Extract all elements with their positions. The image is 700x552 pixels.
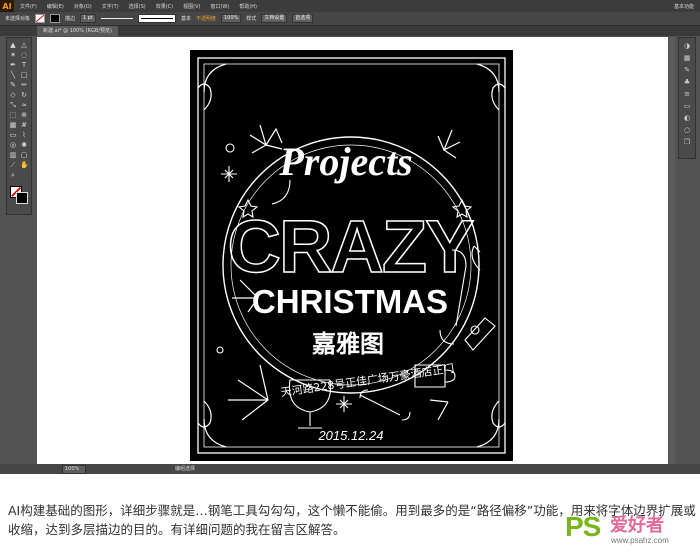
eyedropper-tool-icon[interactable]: ⌇ — [20, 131, 28, 139]
pencil-tool-icon[interactable]: ✏ — [20, 81, 28, 89]
poster-illustration: Projects CRAZY CHRISTMAS 嘉雅图 天河路228号正佳广场… — [197, 57, 506, 454]
pen-tool-icon[interactable]: ✒ — [9, 61, 17, 69]
opacity-label[interactable]: 不透明度 — [196, 15, 216, 22]
style-label: 样式 — [246, 16, 257, 22]
eraser-tool-icon[interactable]: ◇ — [9, 91, 17, 99]
lasso-tool-icon[interactable]: ◌ — [20, 51, 28, 59]
stroke-panel-icon[interactable]: ≡ — [683, 90, 691, 98]
fill-swatch[interactable] — [35, 14, 46, 23]
document-tab[interactable]: 新建.ai* @ 100% (RGB/预览) — [37, 26, 118, 36]
menu-edit[interactable]: 编辑(E) — [47, 3, 64, 10]
width-tool-icon[interactable]: ≈ — [20, 101, 28, 109]
scale-tool-icon[interactable]: ⤡ — [9, 101, 17, 109]
current-tool-status: 编组选择 — [175, 466, 196, 472]
menu-effect[interactable]: 效果(C) — [156, 3, 173, 10]
site-watermark: PS 爱好者 www.psahz.com — [565, 512, 695, 550]
panel-dock: ◑ ▦ ✎ ♣ ≡ ▭ ◐ ○ ❐ — [678, 37, 696, 159]
poster-artwork[interactable]: Projects CRAZY CHRISTMAS 嘉雅图 天河路228号正佳广场… — [190, 50, 513, 461]
line-tool-icon[interactable]: ╲ — [9, 71, 17, 79]
transparency-panel-icon[interactable]: ◐ — [683, 114, 691, 122]
menu-window[interactable]: 窗口(W) — [210, 3, 229, 10]
poster-chinese-name: 嘉雅图 — [312, 331, 384, 358]
brush-label: 基本 — [180, 16, 191, 22]
document-setup-button[interactable]: 文档设置 — [261, 14, 288, 23]
illustrator-window: AI 文件(F) 编辑(E) 对象(O) 文字(T) 选择(S) 效果(C) 视… — [0, 0, 700, 474]
direct-selection-tool-icon[interactable]: △ — [20, 41, 28, 49]
magic-wand-tool-icon[interactable]: ✶ — [9, 51, 17, 59]
brush-definition[interactable] — [137, 14, 176, 23]
free-transform-tool-icon[interactable]: ⬚ — [9, 111, 17, 119]
poster-date: 2015.12.24 — [317, 428, 383, 443]
watermark-url: www.psahz.com — [611, 536, 669, 545]
watermark-brand: 爱好者 — [610, 515, 664, 535]
graph-tool-icon[interactable]: ▥ — [9, 151, 17, 159]
mesh-tool-icon[interactable]: # — [20, 121, 28, 129]
menu-file[interactable]: 文件(F) — [20, 3, 37, 10]
gradient-panel-icon[interactable]: ▭ — [683, 102, 691, 110]
stroke-color-box[interactable] — [16, 192, 28, 204]
stroke-label: 描边 — [65, 16, 76, 22]
swatches-panel-icon[interactable]: ▦ — [683, 54, 691, 62]
poster-subhead: CHRISTMAS — [252, 283, 448, 320]
watermark-ps: PS — [565, 511, 601, 542]
perspective-grid-tool-icon[interactable]: ▦ — [9, 121, 17, 129]
symbol-sprayer-tool-icon[interactable]: ✺ — [20, 141, 28, 149]
preferences-button[interactable]: 首选项 — [292, 14, 314, 23]
poster-headline: CRAZY — [228, 205, 475, 288]
opacity-field[interactable]: 100% — [220, 14, 242, 23]
symbols-panel-icon[interactable]: ♣ — [683, 78, 691, 86]
tools-panel: ▲ △ ✶ ◌ ✒ T ╲ □ ✎ ✏ ◇ ↻ ⤡ ≈ ⬚ ⊕ ▦ # ▭ ⌇ … — [6, 37, 32, 215]
menu-object[interactable]: 对象(O) — [74, 3, 92, 10]
selection-tool-icon[interactable]: ▲ — [9, 41, 17, 49]
paintbrush-tool-icon[interactable]: ✎ — [9, 81, 17, 89]
menu-help[interactable]: 帮助(H) — [239, 3, 257, 10]
rotate-tool-icon[interactable]: ↻ — [20, 91, 28, 99]
selection-status: 未选择对象 — [5, 16, 31, 22]
hand-tool-icon[interactable]: ✋ — [20, 161, 29, 169]
document-tab-bar: 新建.ai* @ 100% (RGB/预览) — [0, 26, 700, 36]
menu-type[interactable]: 文字(T) — [102, 3, 119, 10]
slice-tool-icon[interactable]: ⟋ — [9, 161, 17, 169]
rectangle-tool-icon[interactable]: □ — [20, 71, 28, 79]
blend-tool-icon[interactable]: ◎ — [9, 141, 17, 149]
type-tool-icon[interactable]: T — [20, 61, 28, 69]
shape-builder-tool-icon[interactable]: ⊕ — [20, 111, 28, 119]
zoom-tool-icon[interactable]: ⌕ — [9, 171, 17, 179]
layers-panel-icon[interactable]: ❐ — [683, 138, 691, 146]
control-bar: 未选择对象 描边 1 pt 基本 不透明度 100% 样式 文档设置 首选项 — [0, 12, 700, 26]
menu-view[interactable]: 视图(V) — [183, 3, 200, 10]
brushes-panel-icon[interactable]: ✎ — [683, 66, 691, 74]
workspace-switcher[interactable]: 基本功能 — [674, 3, 694, 10]
gradient-tool-icon[interactable]: ▭ — [9, 131, 17, 139]
artboard-tool-icon[interactable]: ▢ — [20, 151, 28, 159]
poster-script-word: Projects — [278, 139, 412, 184]
zoom-field[interactable]: 100% — [62, 465, 86, 474]
status-bar: 100% 编组选择 — [0, 464, 700, 474]
vertical-scrollbar[interactable] — [669, 37, 675, 464]
app-logo: AI — [0, 0, 14, 12]
appearance-panel-icon[interactable]: ○ — [683, 126, 691, 134]
menu-bar: AI 文件(F) 编辑(E) 对象(O) 文字(T) 选择(S) 效果(C) 视… — [0, 0, 700, 12]
stroke-swatch[interactable] — [50, 14, 61, 23]
stroke-profile[interactable] — [100, 16, 133, 22]
menu-select[interactable]: 选择(S) — [129, 3, 146, 10]
color-panel-icon[interactable]: ◑ — [683, 42, 691, 50]
stroke-weight-dropdown[interactable]: 1 pt — [80, 14, 96, 23]
